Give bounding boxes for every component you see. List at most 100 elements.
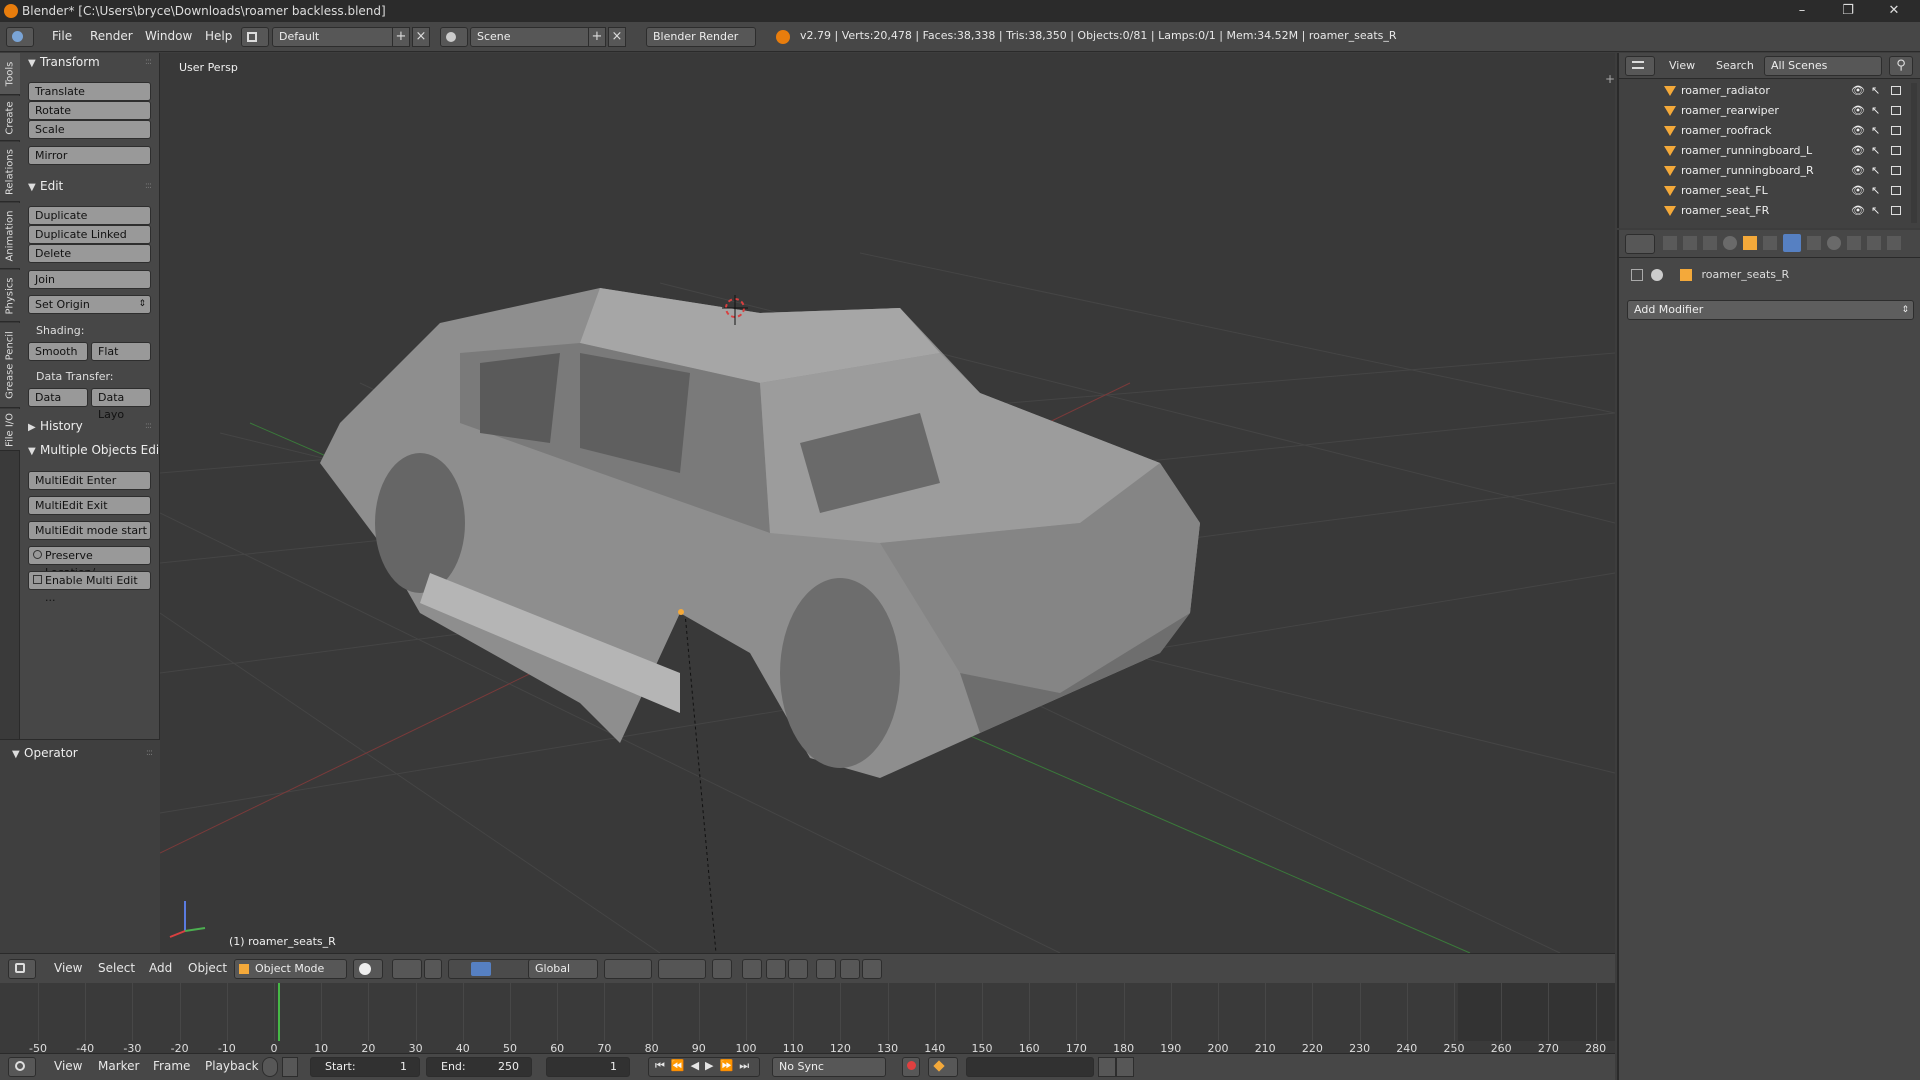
render-camera-icon[interactable] [1891, 146, 1901, 155]
scene-type-button[interactable] [440, 27, 468, 47]
sync-mode-dropdown[interactable]: No Sync [772, 1057, 886, 1077]
texture-tab-icon[interactable] [1847, 236, 1861, 250]
area-split-plus-icon[interactable]: + [1605, 72, 1615, 86]
visibility-eye-icon[interactable]: 👁 [1851, 164, 1865, 177]
data-layout-button[interactable]: Data Layo [91, 388, 151, 421]
modifiers-tab-icon[interactable] [1783, 234, 1801, 252]
snap-toggle-button[interactable] [766, 959, 786, 979]
active-keying-set-field[interactable] [966, 1057, 1094, 1077]
manipulator-group[interactable] [448, 959, 536, 979]
render-camera-icon[interactable] [1891, 166, 1901, 175]
current-frame-indicator[interactable] [277, 983, 280, 1041]
selectability-cursor-icon[interactable]: ↖ [1871, 144, 1880, 157]
menu-select[interactable]: Select [98, 961, 135, 975]
selectability-cursor-icon[interactable]: ↖ [1871, 104, 1880, 117]
menu-view[interactable]: View [1669, 59, 1695, 72]
physics-tab-icon[interactable] [1887, 236, 1901, 250]
tab-create[interactable]: Create [0, 96, 20, 141]
outliner-item[interactable]: roamer_rearwiper 👁 ↖ [1619, 101, 1909, 121]
outliner-item[interactable]: roamer_seat_FR 👁 ↖ [1619, 201, 1909, 221]
multiedit-enter-button[interactable]: MultiEdit Enter [28, 471, 151, 490]
playback-controls[interactable]: ⏮⏪◀▶⏩⏭ [648, 1057, 760, 1077]
panel-transform-header[interactable]: ▼ Transform [28, 55, 100, 69]
duplicate-button[interactable]: Duplicate [28, 206, 151, 225]
translate-manipulator-icon[interactable] [471, 962, 491, 976]
add-layout-button[interactable]: + [392, 27, 410, 47]
scene-tab-icon[interactable] [1703, 236, 1717, 250]
panel-edit-header[interactable]: ▼ Edit [28, 179, 63, 193]
selectability-cursor-icon[interactable]: ↖ [1871, 164, 1880, 177]
render-engine-dropdown[interactable]: Blender Render [646, 27, 756, 47]
end-frame-field[interactable]: End: 250 [426, 1057, 532, 1077]
preserve-location-button[interactable]: Preserve Location/... [28, 546, 151, 579]
world-tab-icon[interactable] [1723, 236, 1737, 250]
close-button[interactable]: ✕ [1872, 0, 1916, 22]
flat-shading-button[interactable]: Flat [91, 342, 151, 361]
search-icon[interactable]: ⚲ [1889, 56, 1913, 76]
remove-scene-button[interactable]: × [608, 27, 626, 47]
viewport-shading-button[interactable] [353, 959, 383, 979]
outliner-item[interactable]: roamer_roofrack 👁 ↖ [1619, 121, 1909, 141]
menu-add[interactable]: Add [149, 961, 172, 975]
snap-element-button[interactable] [788, 959, 808, 979]
rotate-button[interactable]: Rotate [28, 101, 151, 120]
editor-type-outliner-button[interactable] [1625, 56, 1655, 76]
enable-multi-edit-button[interactable]: Enable Multi Edit ... [28, 571, 151, 604]
set-origin-dropdown[interactable]: Set Origin ⇕ [28, 295, 151, 314]
layers-block-2[interactable] [658, 959, 706, 979]
multiedit-mode-start-button[interactable]: MultiEdit mode start [28, 521, 151, 540]
outliner-item[interactable]: roamer_radiator 👁 ↖ [1619, 81, 1909, 101]
lock-range-icon[interactable] [282, 1057, 298, 1077]
current-frame-field[interactable]: 1 [546, 1057, 630, 1077]
menu-frame[interactable]: Frame [153, 1059, 190, 1073]
tab-grease-pencil[interactable]: Grease Pencil [0, 323, 20, 408]
visibility-eye-icon[interactable]: 👁 [1851, 104, 1865, 117]
menu-playback[interactable]: Playback [205, 1059, 259, 1073]
menu-view[interactable]: View [54, 1059, 82, 1073]
tab-file-io[interactable]: File I/O [0, 409, 20, 451]
transform-orientation-dropdown[interactable]: Global [528, 959, 598, 979]
render-camera-icon[interactable] [1891, 206, 1901, 215]
duplicate-linked-button[interactable]: Duplicate Linked [28, 225, 151, 244]
scale-button[interactable]: Scale [28, 120, 151, 139]
editor-type-properties-button[interactable] [1625, 234, 1655, 254]
record-button[interactable] [902, 1057, 920, 1077]
tab-physics[interactable]: Physics [0, 270, 20, 322]
menu-help[interactable]: Help [205, 29, 232, 43]
render-layer-button[interactable] [712, 959, 732, 979]
selectability-cursor-icon[interactable]: ↖ [1871, 204, 1880, 217]
screen-layout-type-button[interactable] [241, 27, 269, 47]
add-scene-button[interactable]: + [588, 27, 606, 47]
render-camera-icon[interactable] [1891, 186, 1901, 195]
maximize-button[interactable]: ❐ [1826, 0, 1870, 22]
visibility-eye-icon[interactable]: 👁 [1851, 84, 1865, 97]
outliner-item[interactable]: roamer_runningboard_L 👁 ↖ [1619, 141, 1909, 161]
particles-tab-icon[interactable] [1867, 236, 1881, 250]
start-frame-field[interactable]: Start: 1 [310, 1057, 420, 1077]
join-button[interactable]: Join [28, 270, 151, 289]
menu-file[interactable]: File [52, 29, 72, 43]
opengl-render-button[interactable] [816, 959, 836, 979]
outliner-item[interactable]: roamer_runningboard_R 👁 ↖ [1619, 161, 1909, 181]
camera-view-button[interactable] [862, 959, 882, 979]
material-tab-icon[interactable] [1827, 236, 1841, 250]
menu-object[interactable]: Object [188, 961, 227, 975]
remove-layout-button[interactable]: × [412, 27, 430, 47]
insert-keyframe-button[interactable] [1098, 1057, 1116, 1077]
outliner-item[interactable]: roamer_seat_FL 👁 ↖ [1619, 181, 1909, 201]
tab-animation[interactable]: Animation [0, 203, 20, 269]
add-modifier-dropdown[interactable]: Add Modifier ⇕ [1627, 300, 1914, 320]
visibility-eye-icon[interactable]: 👁 [1851, 144, 1865, 157]
menu-marker[interactable]: Marker [98, 1059, 139, 1073]
menu-view[interactable]: View [54, 961, 82, 975]
data-tab-icon[interactable] [1807, 236, 1821, 250]
selectability-cursor-icon[interactable]: ↖ [1871, 124, 1880, 137]
constraints-tab-icon[interactable] [1763, 236, 1777, 250]
layers-block-1[interactable] [604, 959, 652, 979]
menu-search[interactable]: Search [1716, 59, 1754, 72]
render-camera-icon[interactable] [1891, 126, 1901, 135]
menu-window[interactable]: Window [145, 29, 192, 43]
render-camera-icon[interactable] [1891, 106, 1901, 115]
object-tab-icon[interactable] [1743, 236, 1757, 250]
delete-button[interactable]: Delete [28, 244, 151, 263]
